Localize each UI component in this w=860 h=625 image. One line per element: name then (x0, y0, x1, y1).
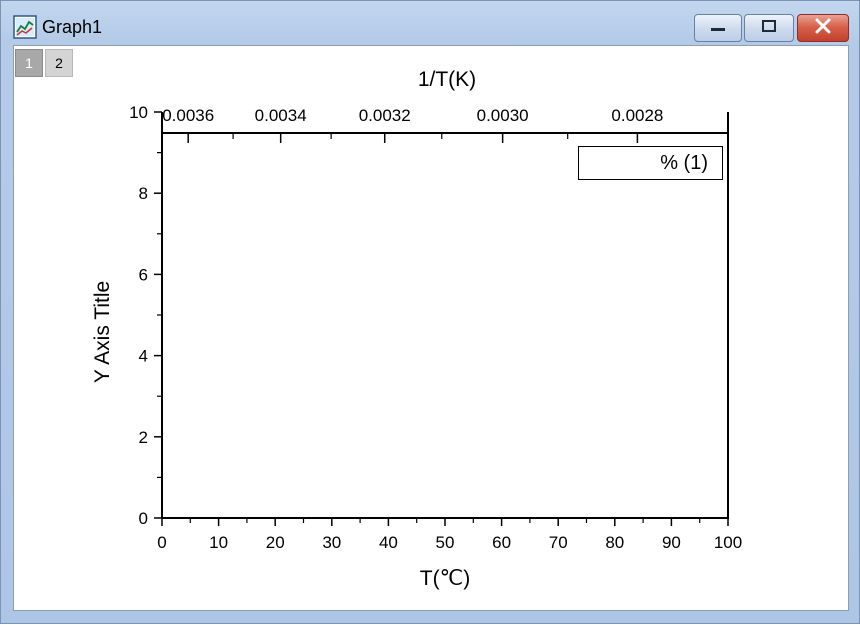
legend[interactable]: % (1) (578, 146, 723, 180)
legend-text: % (1) (660, 152, 708, 174)
x-tick-label: 70 (549, 533, 568, 552)
x-tick-label: 10 (209, 533, 228, 552)
y-tick-label: 2 (139, 428, 148, 447)
y-tick-label: 4 (139, 347, 148, 366)
top-tick-label: 0.0034 (255, 106, 307, 125)
y-tick-label: 0 (139, 509, 148, 528)
top-tick-label: 0.0036 (162, 106, 214, 125)
x-tick-label: 30 (322, 533, 341, 552)
graph-window: Graph1 1 2 0 10 20 30 40 50 60 70 80 90 100 024681… (0, 0, 860, 624)
x-tick-label: 60 (492, 533, 511, 552)
x-tick-label: 40 (379, 533, 398, 552)
plot-layer[interactable]: 0 10 20 30 40 50 60 70 80 90 100 0246810 0.0036 0.0… (1, 1, 860, 625)
x-tick-label: 0 (157, 533, 166, 552)
x-tick-label: 100 (714, 533, 742, 552)
x-tick-label: 20 (266, 533, 285, 552)
top-tick-label: 0.0030 (477, 106, 529, 125)
top-tick-label: 0.0028 (611, 106, 663, 125)
y-tick-label: 8 (139, 184, 148, 203)
x-axis-ticks: 0 10 20 30 40 50 60 70 80 90 100 (157, 518, 742, 552)
top-tick-label: 0.0032 (359, 106, 411, 125)
x-tick-label: 80 (605, 533, 624, 552)
y-axis-ticks: 0 2 4 6 8 10 (129, 103, 162, 528)
x-tick-label: 50 (436, 533, 455, 552)
x-tick-label: 90 (662, 533, 681, 552)
y-tick-label: 6 (139, 265, 148, 284)
y-axis-title[interactable]: Y Axis Title (91, 281, 114, 383)
y-tick-label: 10 (129, 103, 148, 122)
top-axis-ticks: 0.0036 0.0034 0.0032 0.0030 0.0028 (162, 106, 663, 143)
top-axis-title[interactable]: 1/T(K) (418, 68, 476, 91)
x-axis-title[interactable]: T(℃) (420, 567, 470, 590)
